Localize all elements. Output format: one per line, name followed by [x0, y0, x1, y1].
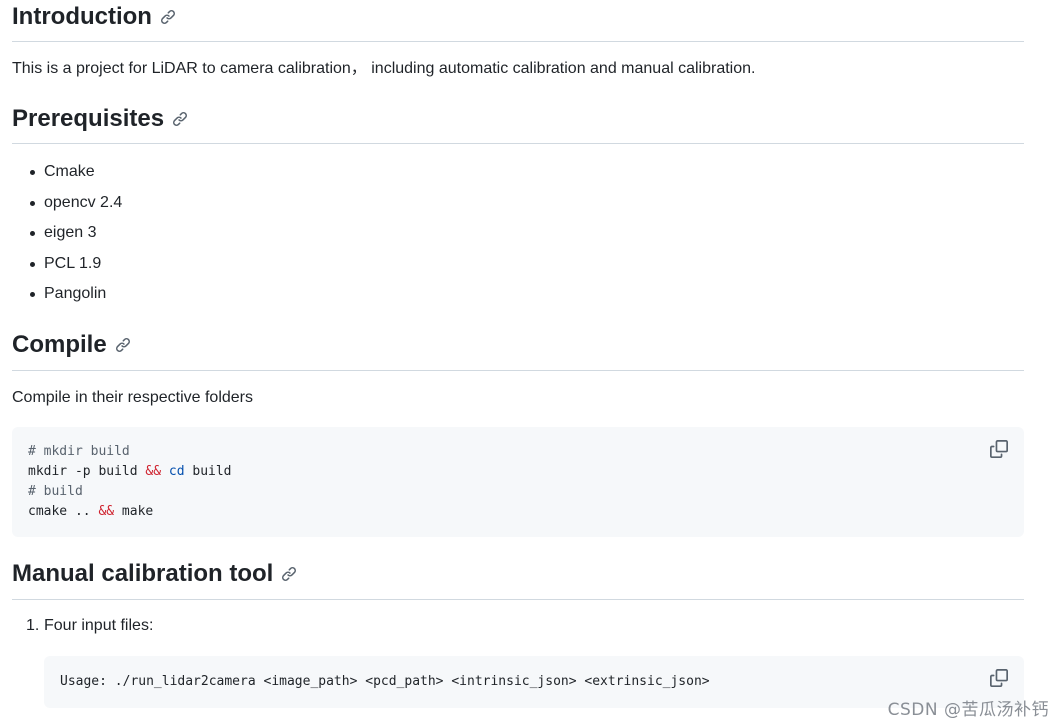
heading-compile-text: Compile [12, 331, 107, 358]
compile-code-block: # mkdir build mkdir -p build && cd build… [12, 427, 1024, 537]
code-comment: # mkdir build [28, 444, 130, 459]
heading-prerequisites: Prerequisites [12, 104, 188, 134]
compile-paragraph: Compile in their respective folders [12, 389, 253, 406]
code-line: # mkdir build [28, 442, 232, 462]
code-comment: # build [28, 484, 83, 499]
manual-steps-list: 1. Four input files: [12, 614, 153, 638]
copy-icon [990, 669, 1008, 687]
code-builtin: cd [168, 464, 185, 479]
list-item: PCL 1.9 [12, 252, 122, 283]
list-item: 1. Four input files: [12, 614, 153, 638]
divider [12, 599, 1024, 600]
divider [12, 143, 1024, 144]
heading-manual-calibration-text: Manual calibration tool [12, 560, 274, 587]
prerequisites-list: Cmake opencv 2.4 eigen 3 PCL 1.9 Pangoli… [12, 160, 122, 313]
bullet-icon [30, 231, 35, 236]
code-line: cmake .. && make [28, 502, 232, 522]
code-text: make [114, 504, 154, 519]
bullet-icon [30, 200, 35, 206]
heading-compile: Compile [12, 330, 131, 360]
code-line: # build [28, 482, 232, 502]
usage-code-block: Usage: ./run_lidar2camera <image_path> <… [44, 656, 1024, 708]
code-operator: && [145, 464, 162, 479]
link-icon[interactable] [281, 566, 297, 582]
heading-introduction-text: Introduction [12, 3, 152, 30]
bullet-icon [30, 292, 35, 297]
list-item: opencv 2.4 [12, 191, 122, 222]
code-line: mkdir -p build && cd build [28, 462, 232, 482]
link-icon[interactable] [160, 9, 176, 25]
code-text: build [184, 464, 232, 479]
heading-prerequisites-text: Prerequisites [12, 105, 165, 132]
divider [12, 41, 1024, 42]
list-item-text: Four input files: [44, 617, 154, 634]
list-item: eigen 3 [12, 221, 122, 252]
link-icon[interactable] [172, 111, 188, 127]
code-text: cmake .. [28, 504, 99, 519]
code-text: mkdir -p build [28, 464, 146, 479]
code-operator: && [98, 504, 115, 519]
heading-manual-calibration: Manual calibration tool [12, 559, 297, 589]
introduction-paragraph: This is a project for LiDAR to camera ca… [12, 60, 756, 77]
list-number: 1. [26, 617, 40, 634]
code-content: # mkdir build mkdir -p build && cd build… [28, 442, 232, 522]
copy-button[interactable] [990, 440, 1008, 458]
code-line: Usage: ./run_lidar2camera <image_path> <… [60, 674, 710, 689]
copy-icon [990, 440, 1008, 458]
watermark: CSDN @苦瓜汤补钙 [887, 700, 1049, 720]
list-item: Pangolin [12, 282, 122, 313]
link-icon[interactable] [115, 337, 131, 353]
copy-button[interactable] [990, 669, 1008, 687]
bullet-icon [30, 170, 35, 175]
heading-introduction: Introduction [12, 2, 176, 32]
list-item: Cmake [12, 160, 122, 191]
divider [12, 370, 1024, 371]
bullet-icon [30, 261, 35, 267]
